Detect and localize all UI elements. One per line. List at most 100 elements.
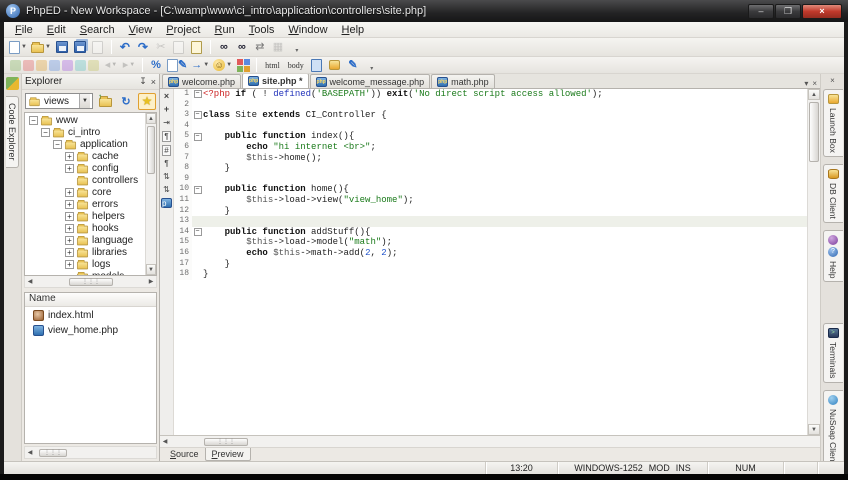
tree-item-application[interactable]: − application bbox=[25, 138, 145, 150]
code-line[interactable]: 11 $this->load->view("view_home"); bbox=[174, 194, 807, 206]
tab-nusoap-client[interactable]: NuSoap Client bbox=[822, 389, 843, 461]
tab-preview[interactable]: Preview bbox=[204, 448, 251, 461]
menu-project[interactable]: Project bbox=[159, 23, 207, 37]
close-button[interactable]: × bbox=[802, 3, 842, 19]
scroll-down-icon[interactable]: ▼ bbox=[808, 424, 820, 435]
expand-icon[interactable]: + bbox=[65, 247, 74, 257]
body-tag-button[interactable]: body bbox=[285, 57, 307, 73]
collapse-icon[interactable]: − bbox=[29, 115, 38, 125]
jump-icon[interactable]: ⇥ bbox=[163, 118, 170, 128]
chevron-down-icon[interactable]: ▼ bbox=[79, 94, 90, 108]
code-line[interactable]: 5− public function index(){ bbox=[174, 131, 807, 142]
code-line[interactable]: 4 bbox=[174, 120, 807, 132]
dropdown-arrow-icon[interactable]: ▼ bbox=[129, 62, 135, 68]
expand-icon[interactable]: + bbox=[65, 163, 74, 173]
replace-button[interactable]: ⇄ bbox=[252, 39, 268, 55]
tab-code-explorer[interactable]: Code Explorer bbox=[6, 96, 19, 168]
tab-launch-box[interactable]: Launch Box bbox=[822, 89, 843, 157]
menu-tools[interactable]: Tools bbox=[242, 23, 282, 37]
code-line[interactable]: 6 echo "hi internet <br>"; bbox=[174, 141, 807, 153]
tree-item-errors[interactable]: + errors bbox=[25, 198, 145, 210]
code-line[interactable]: 17 } bbox=[174, 258, 807, 270]
code-line[interactable]: 16 echo $this->math->add(2, 2); bbox=[174, 247, 807, 259]
tab-welcome-message-php[interactable]: php welcome_message.php bbox=[309, 74, 431, 88]
menu-window[interactable]: Window bbox=[281, 23, 334, 37]
accounts-button[interactable]: ☺ ▼ bbox=[212, 57, 233, 73]
tree-item-hooks[interactable]: + hooks bbox=[25, 222, 145, 234]
sort-icon[interactable]: ⇅ bbox=[163, 172, 170, 182]
tab-menu-icon[interactable]: ▾ bbox=[804, 79, 808, 88]
tree-item-www[interactable]: − www bbox=[25, 114, 145, 126]
open-file-button[interactable]: ▼ bbox=[30, 39, 52, 55]
tree-item-controllers[interactable]: controllers bbox=[25, 174, 145, 186]
code-line[interactable]: 12 } bbox=[174, 205, 807, 217]
tab-source[interactable]: Source bbox=[164, 448, 205, 460]
menu-search[interactable]: Search bbox=[73, 23, 122, 37]
scroll-right-icon[interactable]: ▶ bbox=[146, 278, 156, 285]
scroll-up-icon[interactable]: ▲ bbox=[808, 89, 820, 100]
scrollbar-thumb[interactable]: ⋮⋮⋮ bbox=[69, 277, 113, 286]
favorites-button[interactable]: ★ bbox=[138, 92, 156, 110]
tree-item-libraries[interactable]: + libraries bbox=[25, 246, 145, 258]
toolbar-overflow[interactable]: ▾ bbox=[363, 57, 379, 73]
scrollbar-thumb[interactable]: ⋮⋮⋮ bbox=[204, 437, 248, 446]
fold-collapse-icon[interactable]: − bbox=[193, 90, 202, 99]
page-props-button[interactable] bbox=[309, 57, 325, 73]
dropdown-arrow-icon[interactable]: ▼ bbox=[111, 62, 117, 68]
image-button[interactable] bbox=[327, 57, 343, 73]
code-line[interactable]: 2 bbox=[174, 99, 807, 111]
refresh-button[interactable]: ↻ bbox=[117, 93, 135, 110]
scroll-up-icon[interactable]: ▲ bbox=[146, 113, 156, 124]
fold-collapse-icon[interactable]: − bbox=[193, 111, 202, 120]
fold-collapse-icon[interactable]: − bbox=[193, 185, 202, 194]
list-item-view_home.php[interactable]: view_home.php bbox=[25, 324, 156, 337]
folder-combobox[interactable]: views ▼ bbox=[25, 93, 93, 109]
code-line[interactable]: 3− class Site extends CI_Controller { bbox=[174, 110, 807, 121]
run-debug-group[interactable] bbox=[8, 57, 101, 73]
tab-site-php-[interactable]: php site.php * bbox=[242, 74, 309, 88]
close-icon[interactable]: × bbox=[830, 76, 835, 85]
pin-icon[interactable]: ↧ bbox=[139, 76, 147, 87]
indent-icon[interactable]: ⇅ bbox=[163, 185, 170, 195]
expand-icon[interactable]: + bbox=[65, 211, 74, 221]
expand-icon[interactable]: + bbox=[65, 151, 74, 161]
code-line[interactable]: 1− <?php if ( ! defined('BASEPATH')) exit… bbox=[174, 89, 807, 100]
collapse-icon[interactable]: − bbox=[41, 127, 50, 137]
expand-icon[interactable]: + bbox=[65, 187, 74, 197]
scrollbar-thumb[interactable] bbox=[147, 126, 155, 174]
editor-horizontal-scrollbar[interactable]: ◀ ⋮⋮⋮ bbox=[160, 435, 820, 447]
save-all-button[interactable] bbox=[72, 39, 88, 55]
code-line[interactable]: 9 bbox=[174, 173, 807, 185]
scroll-left-icon[interactable]: ◀ bbox=[160, 438, 170, 445]
fold-collapse-icon[interactable]: − bbox=[193, 228, 202, 237]
find-in-files-button[interactable]: ∞ bbox=[234, 39, 250, 55]
files-horizontal-scrollbar[interactable]: ◀ ⋮⋮⋮ bbox=[24, 446, 157, 459]
hash-boxed-icon[interactable]: # bbox=[162, 145, 171, 156]
scroll-left-icon[interactable]: ◀ bbox=[25, 278, 35, 285]
code-tools-button[interactable]: % bbox=[148, 57, 164, 73]
dropdown-arrow-icon[interactable]: ▼ bbox=[45, 44, 51, 50]
menu-run[interactable]: Run bbox=[208, 23, 242, 37]
tab-close-icon[interactable]: × bbox=[812, 79, 817, 88]
tab-db-client[interactable]: DB Client bbox=[822, 163, 843, 223]
tree-item-config[interactable]: + config bbox=[25, 162, 145, 174]
editor-vertical-scrollbar[interactable]: ▲ ▼ bbox=[807, 89, 820, 435]
goto-button[interactable]: → ▼ bbox=[190, 57, 210, 73]
code-line[interactable]: 14− public function addStuff(){ bbox=[174, 226, 807, 238]
dropdown-arrow-icon[interactable]: ▼ bbox=[226, 62, 232, 68]
add-bookmark-icon[interactable]: + bbox=[164, 105, 169, 115]
undo-button[interactable]: ↶ bbox=[117, 39, 133, 55]
minimize-button[interactable]: – bbox=[748, 3, 774, 19]
scroll-left-icon[interactable]: ◀ bbox=[25, 449, 35, 456]
tree-horizontal-scrollbar[interactable]: ◀ ⋮⋮⋮ ▶ bbox=[24, 276, 157, 288]
pilcrow-boxed-icon[interactable]: ¶ bbox=[162, 131, 171, 142]
tree-item-models[interactable]: models bbox=[25, 270, 145, 275]
pilcrow-icon[interactable]: ¶ bbox=[164, 159, 168, 169]
find-button[interactable]: ∞ bbox=[216, 39, 232, 55]
list-item-index.html[interactable]: index.html bbox=[25, 309, 156, 322]
tab-terminals[interactable]: > Terminals bbox=[822, 323, 843, 383]
files-column-header[interactable]: Name bbox=[25, 293, 156, 307]
redo-button[interactable]: ↷ bbox=[135, 39, 151, 55]
scrollbar-thumb[interactable]: ⋮⋮⋮ bbox=[39, 448, 67, 457]
code-line[interactable]: 7 $this->home(); bbox=[174, 152, 807, 164]
